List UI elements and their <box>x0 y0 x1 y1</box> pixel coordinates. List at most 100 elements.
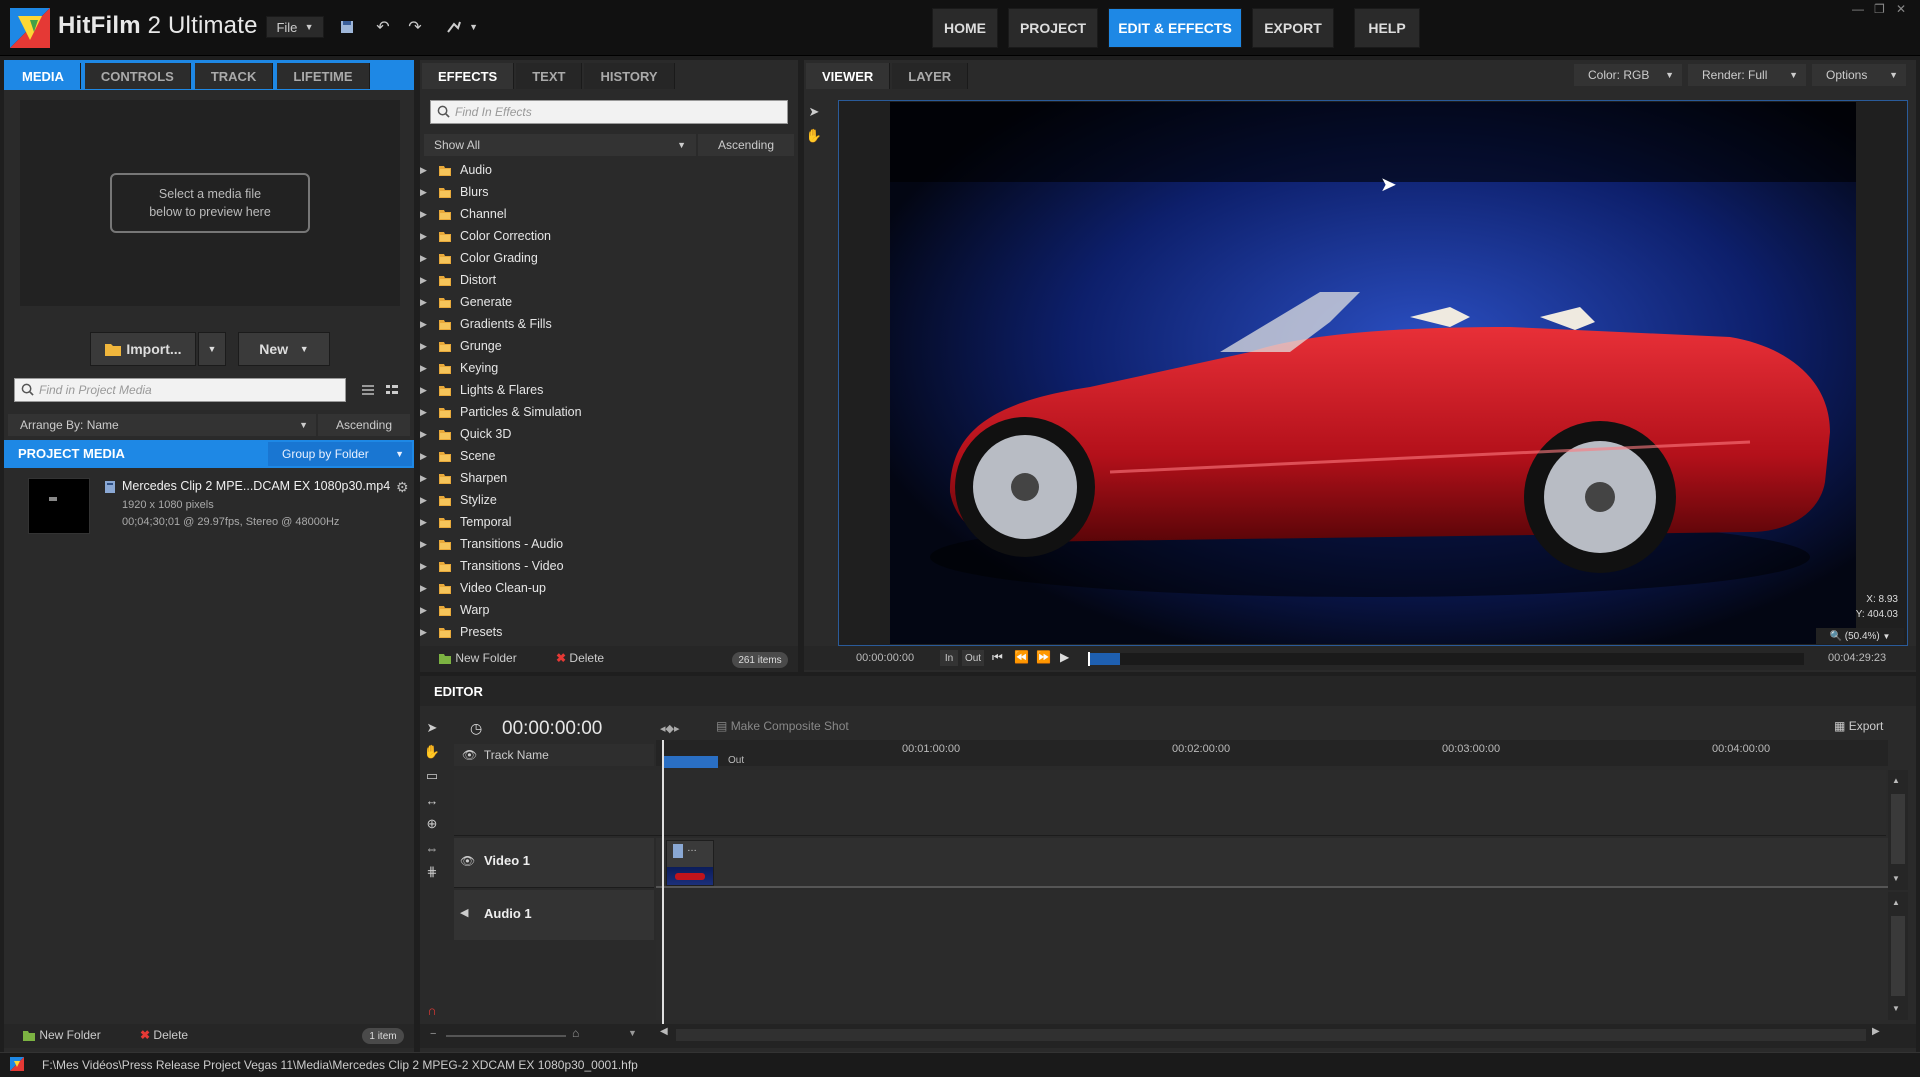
timeline-ruler[interactable] <box>656 740 1888 766</box>
tab-layer[interactable]: LAYER <box>892 63 969 89</box>
nav-edit-effects[interactable]: EDIT & EFFECTS <box>1108 8 1242 48</box>
effect-category-item[interactable]: ▶ Audio <box>420 160 492 180</box>
effect-category-item[interactable]: ▶ Stylize <box>420 490 497 510</box>
nav-project[interactable]: PROJECT <box>1008 8 1098 48</box>
magnet-snap-icon[interactable]: ∩ <box>424 1002 440 1018</box>
effect-category-item[interactable]: ▶ Keying <box>420 358 498 378</box>
tab-history[interactable]: HISTORY <box>584 63 675 89</box>
effect-category-item[interactable]: ▶ Presets <box>420 622 502 642</box>
tab-text[interactable]: TEXT <box>516 63 583 89</box>
make-composite-shot-button[interactable]: ▤ Make Composite Shot <box>716 719 849 733</box>
in-out-range[interactable] <box>662 756 718 768</box>
effects-filter-select[interactable]: Show All ▼ <box>424 134 696 156</box>
media-settings-gear-icon[interactable]: ⚙ <box>396 479 409 496</box>
tab-lifetime[interactable]: LIFETIME <box>277 63 370 89</box>
expand-arrow-icon[interactable]: ▶ <box>420 495 430 506</box>
effect-category-item[interactable]: ▶ Video Clean-up <box>420 578 546 598</box>
expand-arrow-icon[interactable]: ▶ <box>420 231 430 242</box>
video-visibility-icon[interactable]: 👁 <box>460 854 475 868</box>
effect-category-item[interactable]: ▶ Distort <box>420 270 496 290</box>
ripple-tool-icon[interactable]: ⋕ <box>424 864 440 880</box>
tab-effects[interactable]: EFFECTS <box>422 63 515 89</box>
undo-icon[interactable]: ↶ <box>372 16 394 38</box>
audio-speaker-icon[interactable]: ◀ <box>460 906 468 919</box>
color-mode-select[interactable]: Color: RGB ▼ <box>1574 64 1682 86</box>
media-search-input[interactable]: Find in Project Media <box>14 378 346 402</box>
expand-arrow-icon[interactable]: ▶ <box>420 517 430 528</box>
effect-category-item[interactable]: ▶ Gradients & Fills <box>420 314 552 334</box>
h-scroll-left-icon[interactable]: ◀ <box>660 1026 668 1037</box>
keyframe-nav-icon[interactable]: ◂◆▸ <box>660 722 680 735</box>
effect-category-item[interactable]: ▶ Warp <box>420 600 489 620</box>
zoom-in-icon[interactable]: ⌂ <box>572 1026 579 1040</box>
arrange-order-button[interactable]: Ascending <box>318 414 410 436</box>
list-view-icon[interactable] <box>360 382 376 398</box>
effect-category-item[interactable]: ▶ Channel <box>420 204 507 224</box>
nav-export[interactable]: EXPORT <box>1252 8 1334 48</box>
effect-category-item[interactable]: ▶ Particles & Simulation <box>420 402 582 422</box>
expand-arrow-icon[interactable]: ▶ <box>420 385 430 396</box>
slip-tool-icon[interactable]: ↔ <box>424 792 440 808</box>
tab-controls[interactable]: CONTROLS <box>84 63 191 89</box>
expand-arrow-icon[interactable]: ▶ <box>420 319 430 330</box>
skip-start-icon[interactable]: ⏮ <box>992 650 1003 665</box>
effect-category-item[interactable]: ▶ Generate <box>420 292 512 312</box>
viewer-select-tool-icon[interactable]: ➤ <box>806 104 822 120</box>
audio-scrollbar[interactable]: ▲ ▼ <box>1888 892 1908 1020</box>
media-thumbnail[interactable] <box>28 478 90 534</box>
group-by-select[interactable]: Group by Folder ▼ <box>268 442 412 466</box>
zoom-slider[interactable] <box>446 1035 566 1037</box>
expand-arrow-icon[interactable]: ▶ <box>420 363 430 374</box>
zoom-dropdown-icon[interactable]: ▼ <box>628 1028 637 1038</box>
hand-tool-icon[interactable]: ✋ <box>424 744 440 760</box>
media-new-folder-button[interactable]: New Folder <box>22 1028 101 1042</box>
file-menu[interactable]: File ▼ <box>266 16 324 38</box>
nav-home[interactable]: HOME <box>932 8 998 48</box>
save-icon[interactable] <box>336 16 358 38</box>
audio-track-name[interactable]: Audio 1 <box>484 906 532 921</box>
expand-arrow-icon[interactable]: ▶ <box>420 253 430 264</box>
audio-track-lane[interactable] <box>656 890 1888 1020</box>
video-track-name[interactable]: Video 1 <box>484 853 530 868</box>
viewer-options-select[interactable]: Options ▼ <box>1812 64 1906 86</box>
step-forward-icon[interactable]: ⏩ <box>1036 650 1051 664</box>
expand-arrow-icon[interactable]: ▶ <box>420 165 430 176</box>
rate-stretch-tool-icon[interactable]: ⇔ <box>424 840 440 856</box>
step-back-icon[interactable]: ⏪ <box>1014 650 1029 664</box>
timeline-h-scrollbar[interactable] <box>676 1029 1866 1041</box>
effect-category-item[interactable]: ▶ Lights & Flares <box>420 380 543 400</box>
set-in-button[interactable]: In <box>940 650 958 666</box>
zoom-out-icon[interactable]: − <box>430 1028 436 1040</box>
effects-search-input[interactable]: Find In Effects <box>430 100 788 124</box>
layout-menu-icon[interactable]: ▼ <box>440 16 484 38</box>
effects-new-folder-button[interactable]: New Folder <box>438 651 517 665</box>
expand-arrow-icon[interactable]: ▶ <box>420 583 430 594</box>
effect-category-item[interactable]: ▶ Temporal <box>420 512 511 532</box>
expand-arrow-icon[interactable]: ▶ <box>420 275 430 286</box>
minimize-icon[interactable]: — <box>1852 2 1864 16</box>
effect-category-item[interactable]: ▶ Scene <box>420 446 495 466</box>
expand-arrow-icon[interactable]: ▶ <box>420 473 430 484</box>
tab-track[interactable]: TRACK <box>194 63 274 89</box>
expand-arrow-icon[interactable]: ▶ <box>420 407 430 418</box>
effect-category-item[interactable]: ▶ Quick 3D <box>420 424 511 444</box>
expand-arrow-icon[interactable]: ▶ <box>420 297 430 308</box>
effect-category-item[interactable]: ▶ Color Grading <box>420 248 538 268</box>
expand-arrow-icon[interactable]: ▶ <box>420 341 430 352</box>
visibility-icon[interactable]: 👁 <box>462 748 477 762</box>
expand-arrow-icon[interactable]: ▶ <box>420 561 430 572</box>
expand-arrow-icon[interactable]: ▶ <box>420 539 430 550</box>
zoom-select[interactable]: 🔍 (50.4%) ▼ <box>1816 628 1904 644</box>
nav-help[interactable]: HELP <box>1354 8 1420 48</box>
effect-category-item[interactable]: ▶ Transitions - Audio <box>420 534 563 554</box>
viewer-hand-tool-icon[interactable]: ✋ <box>806 128 822 144</box>
editor-export-button[interactable]: ▦ Export <box>1834 719 1883 733</box>
playhead[interactable] <box>662 740 664 1024</box>
effect-category-item[interactable]: ▶ Sharpen <box>420 468 507 488</box>
select-tool-icon[interactable]: ➤ <box>424 720 440 736</box>
scrub-bar[interactable] <box>1088 652 1804 666</box>
video-clip[interactable]: … <box>666 840 714 886</box>
import-button[interactable]: Import... <box>90 332 196 366</box>
expand-arrow-icon[interactable]: ▶ <box>420 209 430 220</box>
video-scrollbar[interactable]: ▲ ▼ <box>1888 770 1908 890</box>
